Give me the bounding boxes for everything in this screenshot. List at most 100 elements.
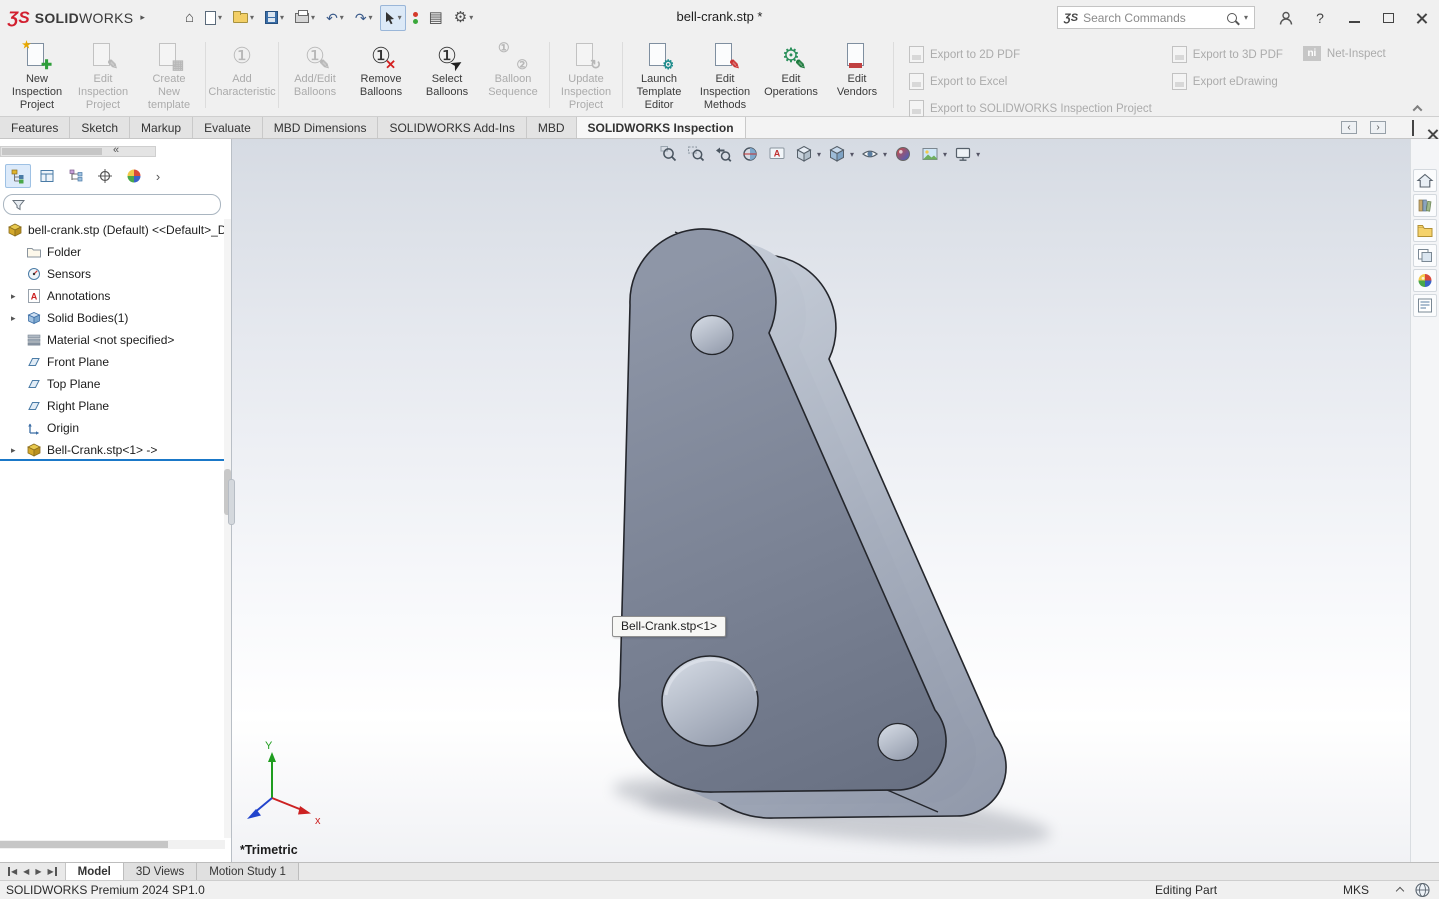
view-settings-caret-icon[interactable]: ▾: [976, 150, 980, 159]
filter-text-input[interactable]: [31, 199, 212, 211]
panel-horizontal-scrollbar[interactable]: [0, 840, 225, 849]
tab-motion-study-1[interactable]: Motion Study 1: [197, 863, 299, 880]
last-tab-button[interactable]: ▶: [47, 867, 56, 876]
zoom-to-fit-button[interactable]: [657, 143, 681, 165]
edit-vendors-button[interactable]: Edit Vendors: [824, 38, 890, 112]
select-button[interactable]: ▾: [380, 5, 406, 31]
panel-top-scrollbar[interactable]: «: [0, 146, 156, 157]
new-document-caret-icon[interactable]: ▾: [218, 13, 222, 22]
appearances-scenes-button[interactable]: [1413, 269, 1437, 292]
tree-item-bell-crank[interactable]: ▸ Bell-Crank.stp<1> ->: [0, 439, 224, 461]
view-settings-button[interactable]: [951, 143, 975, 165]
new-document-button[interactable]: ▾: [201, 5, 226, 31]
edit-operations-button[interactable]: ⚙ ✎ Edit Operations: [758, 38, 824, 112]
tab-featuremanager-tree[interactable]: [5, 164, 31, 188]
tab-model[interactable]: Model: [66, 863, 124, 880]
custom-properties-button[interactable]: [1413, 294, 1437, 317]
new-inspection-project-button[interactable]: ★ ✚ New Inspection Project: [4, 38, 70, 112]
maximize-window-button[interactable]: [1371, 3, 1405, 33]
expand-arrow-icon[interactable]: ▸: [11, 313, 16, 324]
tree-item-front-plane[interactable]: Front Plane: [0, 351, 224, 373]
graphics-viewport[interactable]: A ▾ ▾ ▾ ▾ ▾ Bel: [232, 139, 1410, 862]
tree-item-origin[interactable]: Origin: [0, 417, 224, 439]
help-button[interactable]: ?: [1303, 3, 1337, 33]
apply-scene-button[interactable]: [918, 143, 942, 165]
logo-flyout-icon[interactable]: ▸: [140, 12, 145, 23]
open-caret-icon[interactable]: ▾: [250, 13, 254, 22]
tab-propertymanager[interactable]: [34, 164, 60, 188]
tab-evaluate[interactable]: Evaluate: [193, 117, 263, 138]
collapse-panel-icon[interactable]: «: [113, 144, 119, 156]
dynamic-annotation-views-button[interactable]: A: [765, 143, 789, 165]
bell-crank-3d-model[interactable]: [232, 139, 1410, 862]
tab-solidworks-inspection[interactable]: SOLIDWORKS Inspection: [577, 117, 746, 138]
options-caret-icon[interactable]: ▾: [469, 13, 473, 22]
tree-filter[interactable]: [3, 194, 221, 215]
expand-arrow-icon[interactable]: ▸: [11, 291, 16, 302]
edit-inspection-methods-button[interactable]: ✎ Edit Inspection Methods: [692, 38, 758, 112]
restore-document-button[interactable]: [1412, 121, 1414, 135]
tab-configurationmanager[interactable]: [63, 164, 89, 188]
file-explorer-button[interactable]: [1413, 219, 1437, 242]
tab-features[interactable]: Features: [0, 117, 70, 138]
minimize-window-button[interactable]: [1337, 3, 1371, 33]
search-icon[interactable]: [1227, 13, 1237, 23]
search-input[interactable]: [1083, 11, 1222, 25]
file-properties-button[interactable]: ▤: [425, 5, 447, 31]
bell-crank-solid[interactable]: [619, 229, 1006, 818]
expand-arrow-icon[interactable]: ▸: [11, 445, 16, 456]
tags-button[interactable]: [1414, 882, 1431, 899]
design-library-button[interactable]: [1413, 194, 1437, 217]
hide-show-items-button[interactable]: [858, 143, 882, 165]
tree-item-top-plane[interactable]: Top Plane: [0, 373, 224, 395]
options-button[interactable]: ⚙▾: [450, 5, 477, 31]
panel-tabs-overflow-button[interactable]: ›: [150, 164, 166, 188]
tab-mbd[interactable]: MBD: [527, 117, 577, 138]
tab-solidworks-add-ins[interactable]: SOLIDWORKS Add-Ins: [378, 117, 526, 138]
units-selector[interactable]: MKS: [1343, 883, 1403, 897]
redo-caret-icon[interactable]: ▾: [369, 13, 373, 22]
launch-template-editor-button[interactable]: ⚙ Launch Template Editor: [626, 38, 692, 112]
remove-balloons-button[interactable]: ① ✕ Remove Balloons: [348, 38, 414, 112]
tree-item-material[interactable]: Material <not specified>: [0, 329, 224, 351]
undo-caret-icon[interactable]: ▾: [340, 13, 344, 22]
previous-document-button[interactable]: ‹: [1341, 121, 1357, 134]
panel-horizontal-scrollbar-thumb[interactable]: [0, 841, 168, 848]
search-caret-icon[interactable]: ▾: [1244, 13, 1248, 22]
tab-3d-views[interactable]: 3D Views: [124, 863, 197, 880]
undo-button[interactable]: ↶▾: [322, 5, 348, 31]
redo-button[interactable]: ↷▾: [351, 5, 377, 31]
select-balloons-button[interactable]: ① ➤ Select Balloons: [414, 38, 480, 112]
view-orientation-button[interactable]: [792, 143, 816, 165]
home-button[interactable]: ⌂: [181, 5, 198, 31]
open-button[interactable]: ▾: [229, 5, 258, 31]
edit-appearance-button[interactable]: [891, 143, 915, 165]
hide-show-items-caret-icon[interactable]: ▾: [883, 150, 887, 159]
save-button[interactable]: ▾: [261, 5, 288, 31]
tree-item-folder[interactable]: Folder: [0, 241, 224, 263]
print-caret-icon[interactable]: ▾: [311, 13, 315, 22]
section-view-button[interactable]: [738, 143, 762, 165]
panel-splitter-handle[interactable]: [228, 479, 235, 525]
apply-scene-caret-icon[interactable]: ▾: [943, 150, 947, 159]
display-style-caret-icon[interactable]: ▾: [850, 150, 854, 159]
account-button[interactable]: [1269, 3, 1303, 33]
tab-sketch[interactable]: Sketch: [70, 117, 130, 138]
tab-dimxpertmanager[interactable]: [92, 164, 118, 188]
first-tab-button[interactable]: ◀: [8, 867, 17, 876]
view-palette-button[interactable]: [1413, 244, 1437, 267]
tab-displaymanager[interactable]: [121, 164, 147, 188]
tree-item-sensors[interactable]: Sensors: [0, 263, 224, 285]
collapse-ribbon-button[interactable]: [1409, 102, 1425, 114]
close-window-button[interactable]: [1405, 3, 1439, 33]
tree-item-solid-bodies[interactable]: ▸ Solid Bodies(1): [0, 307, 224, 329]
panel-top-scrollbar-thumb[interactable]: [2, 148, 102, 155]
print-button[interactable]: ▾: [291, 5, 319, 31]
zoom-to-area-button[interactable]: [684, 143, 708, 165]
rebuild-button[interactable]: [409, 5, 422, 31]
previous-tab-button[interactable]: ◀: [23, 867, 29, 876]
tree-item-root[interactable]: bell-crank.stp (Default) <<Default>_D: [0, 219, 224, 241]
units-caret-icon[interactable]: [1396, 887, 1404, 895]
tab-markup[interactable]: Markup: [130, 117, 193, 138]
save-caret-icon[interactable]: ▾: [280, 13, 284, 22]
